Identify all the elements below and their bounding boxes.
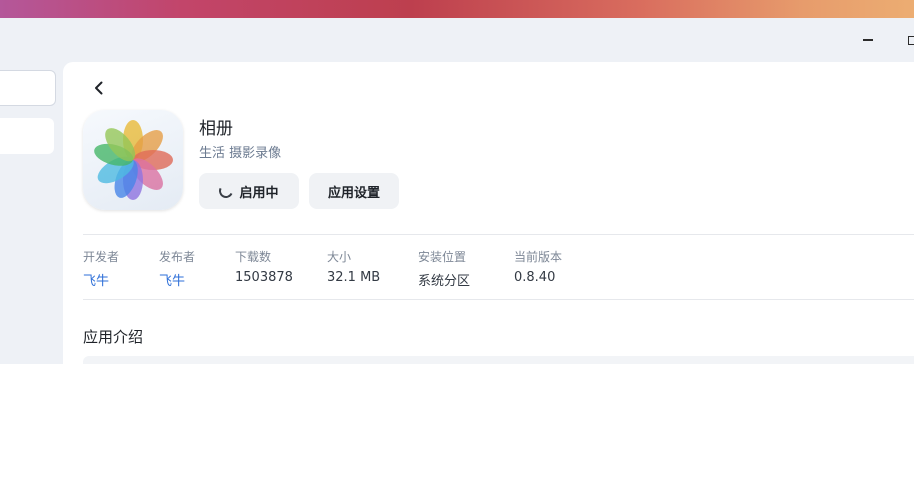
loading-spinner-icon (217, 182, 236, 200)
minimize-icon (863, 39, 873, 41)
minimize-button[interactable] (858, 30, 878, 50)
sidebar-search-input[interactable] (0, 70, 56, 106)
app-settings-button[interactable]: 应用设置 (309, 173, 399, 209)
maximize-button[interactable] (902, 30, 914, 50)
launch-status-button[interactable]: 启用中 (199, 173, 299, 209)
publisher-link[interactable]: 飞牛 (159, 270, 195, 289)
photos-app-icon (83, 110, 183, 210)
intro-description-box (83, 356, 914, 364)
desktop-background-strip (0, 0, 914, 18)
info-install-location: 安装位置 系统分区 (418, 248, 470, 289)
developer-link[interactable]: 飞牛 (83, 270, 119, 289)
maximize-icon (907, 35, 914, 45)
downloads-value: 1503878 (235, 270, 293, 285)
info-label: 大小 (327, 250, 352, 264)
app-title: 相册 (199, 119, 233, 139)
info-size: 大小 32.1 MB (327, 248, 380, 285)
window-titlebar (0, 18, 914, 62)
app-detail-panel: 相册 生活 摄影录像 启用中 应用设置 开发者 飞牛 发布者 飞牛 下载数 15… (63, 62, 914, 364)
info-label: 发布者 (159, 250, 196, 264)
info-label: 当前版本 (514, 250, 563, 264)
app-categories: 生活 摄影录像 (199, 146, 282, 161)
info-developer: 开发者 飞牛 (83, 248, 119, 289)
version-value: 0.8.40 (514, 270, 556, 285)
chevron-left-icon (95, 81, 103, 95)
divider (83, 234, 914, 235)
info-label: 下载数 (235, 250, 272, 264)
install-location-value: 系统分区 (418, 274, 471, 289)
divider (83, 299, 914, 300)
info-version: 当前版本 0.8.40 (514, 248, 562, 285)
info-label: 安装位置 (418, 250, 467, 264)
flower-icon (94, 120, 173, 200)
app-window: 相册 生活 摄影录像 启用中 应用设置 开发者 飞牛 发布者 飞牛 下载数 15… (0, 18, 914, 364)
info-publisher: 发布者 飞牛 (159, 248, 195, 289)
info-label: 开发者 (83, 250, 120, 264)
info-downloads: 下载数 1503878 (235, 248, 293, 285)
size-value: 32.1 MB (327, 270, 381, 285)
app-settings-label: 应用设置 (327, 185, 380, 201)
sidebar-item-selected[interactable] (0, 118, 54, 154)
back-button[interactable] (89, 78, 109, 98)
intro-section-title: 应用介绍 (83, 328, 144, 346)
launch-status-label: 启用中 (239, 185, 279, 201)
